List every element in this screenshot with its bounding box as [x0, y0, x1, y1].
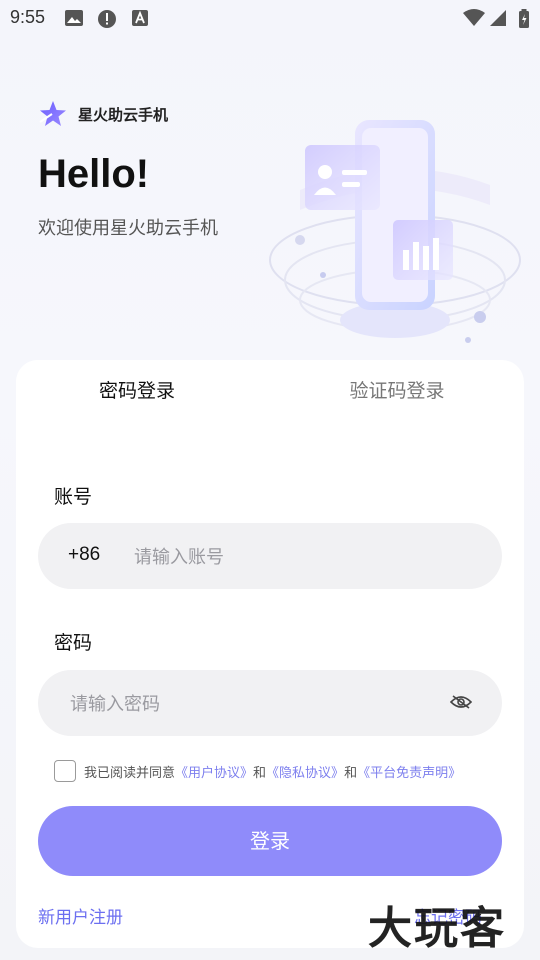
phone-illustration	[269, 120, 521, 343]
password-label: 密码	[54, 632, 93, 654]
disclaimer-link[interactable]: 《平台免责声明》	[357, 762, 461, 781]
signal-icon	[490, 10, 506, 26]
account-label: 账号	[54, 486, 93, 508]
status-bar: 9:55	[0, 0, 540, 36]
privacy-agreement-link[interactable]: 《隐私协议》	[266, 762, 344, 781]
brand-name: 星火助云手机	[78, 105, 169, 124]
user-agreement-link[interactable]: 《用户协议》	[175, 762, 253, 781]
password-field	[38, 670, 502, 738]
image-notification-icon	[65, 10, 83, 26]
eye-hidden-icon[interactable]	[450, 694, 472, 710]
watermark: 大玩客	[368, 903, 506, 954]
country-code[interactable]: +86	[68, 544, 100, 566]
tab-password-login[interactable]: 密码登录	[16, 376, 258, 403]
login-button[interactable]: 登录	[38, 806, 502, 876]
status-time: 9:55	[10, 7, 46, 27]
agreement-text: 我已阅读并同意	[84, 765, 176, 781]
tab-code-login[interactable]: 验证码登录	[270, 376, 524, 403]
greeting-title: Hello!	[38, 152, 150, 196]
password-input[interactable]	[68, 670, 442, 738]
battery-icon	[519, 9, 529, 28]
agreement-row: 我已阅读并同意 《用户协议》 和 《隐私协议》 和 《平台免责声明》	[54, 760, 461, 782]
account-input[interactable]	[132, 523, 476, 591]
star-logo-icon	[39, 101, 66, 126]
register-link[interactable]: 新用户注册	[38, 903, 123, 928]
agreement-and-1: 和	[253, 765, 267, 781]
font-notification-icon	[132, 10, 148, 26]
wifi-icon	[463, 9, 485, 26]
alert-notification-icon	[98, 10, 116, 28]
agreement-and-2: 和	[344, 765, 358, 781]
account-field: +86	[38, 523, 502, 591]
greeting-subtitle: 欢迎使用星火助云手机	[38, 218, 218, 239]
agreement-checkbox[interactable]	[54, 760, 76, 782]
brand: 星火助云手机	[38, 100, 168, 128]
